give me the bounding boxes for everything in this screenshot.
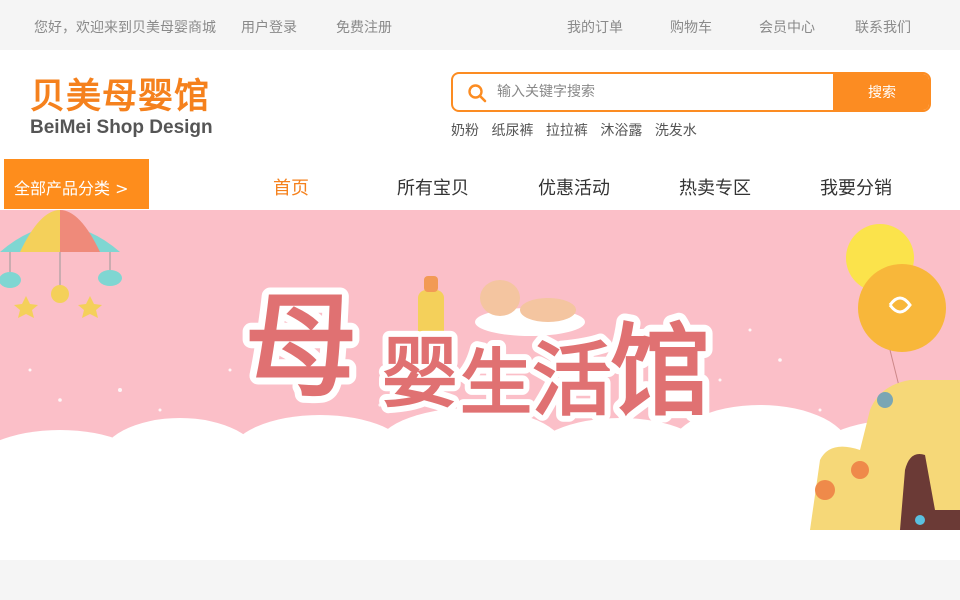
logo-subtitle: BeiMei Shop Design: [30, 117, 213, 138]
banner-title: 母 母 婴 婴 生 生 活 活 馆 馆: [238, 275, 717, 437]
main-nav: 全部产品分类 > 首页 所有宝贝 优惠活动 热卖专区 我要分销: [0, 159, 960, 210]
member-center-link[interactable]: 会员中心: [759, 17, 815, 37]
hot-word[interactable]: 纸尿裤: [491, 123, 533, 139]
nav-item-hot-sale[interactable]: 热卖专区: [679, 174, 751, 200]
umbrella-mobile-decoration: [0, 210, 122, 318]
login-link[interactable]: 用户登录: [241, 17, 297, 37]
search-button[interactable]: 搜索: [833, 74, 929, 110]
banner-title-char: 活: [532, 334, 612, 427]
cart-link[interactable]: 购物车: [670, 17, 712, 37]
banner-illustration: 母 母 婴 婴 生 生 活 活 馆 馆: [0, 210, 960, 560]
clouds-decoration: [0, 405, 960, 560]
my-orders-link[interactable]: 我的订单: [567, 17, 623, 37]
all-categories-button[interactable]: 全部产品分类 >: [4, 159, 149, 209]
logo-title[interactable]: 贝美母婴馆: [30, 68, 210, 119]
contact-link[interactable]: 联系我们: [855, 17, 911, 37]
search-bar: 搜索: [451, 72, 931, 112]
search-icon: [468, 84, 487, 103]
hot-word[interactable]: 奶粉: [451, 123, 479, 139]
register-link[interactable]: 免费注册: [336, 17, 392, 37]
header: 贝美母婴馆 BeiMei Shop Design 搜索 奶粉 纸尿裤 拉拉裤 沐…: [0, 50, 960, 160]
nav-item-home[interactable]: 首页: [273, 174, 309, 200]
hot-word[interactable]: 沐浴露: [600, 123, 642, 139]
hot-word[interactable]: 拉拉裤: [546, 123, 588, 139]
hero-banner[interactable]: 母 母 婴 婴 生 生 活 活 馆 馆: [0, 210, 960, 560]
banner-title-char: 生: [460, 341, 532, 425]
nav-item-promotions[interactable]: 优惠活动: [538, 174, 610, 200]
nav-item-all-products[interactable]: 所有宝贝: [397, 174, 469, 200]
welcome-text: 您好，欢迎来到贝美母婴商城: [34, 20, 216, 36]
banner-title-char: 母: [245, 282, 357, 412]
hot-search-words: 奶粉 纸尿裤 拉拉裤 沐浴露 洗发水: [451, 120, 705, 140]
banner-title-char: 婴: [382, 329, 458, 418]
banner-title-char: 馆: [610, 313, 710, 430]
hot-word[interactable]: 洗发水: [655, 123, 697, 139]
search-input[interactable]: [497, 74, 827, 110]
giraffe-decoration: [810, 380, 960, 530]
top-bar: 您好，欢迎来到贝美母婴商城 用户登录 免费注册 我的订单 购物车 会员中心 联系…: [0, 0, 960, 50]
nav-item-distribution[interactable]: 我要分销: [820, 174, 892, 200]
page-footer-strip: [0, 560, 960, 600]
